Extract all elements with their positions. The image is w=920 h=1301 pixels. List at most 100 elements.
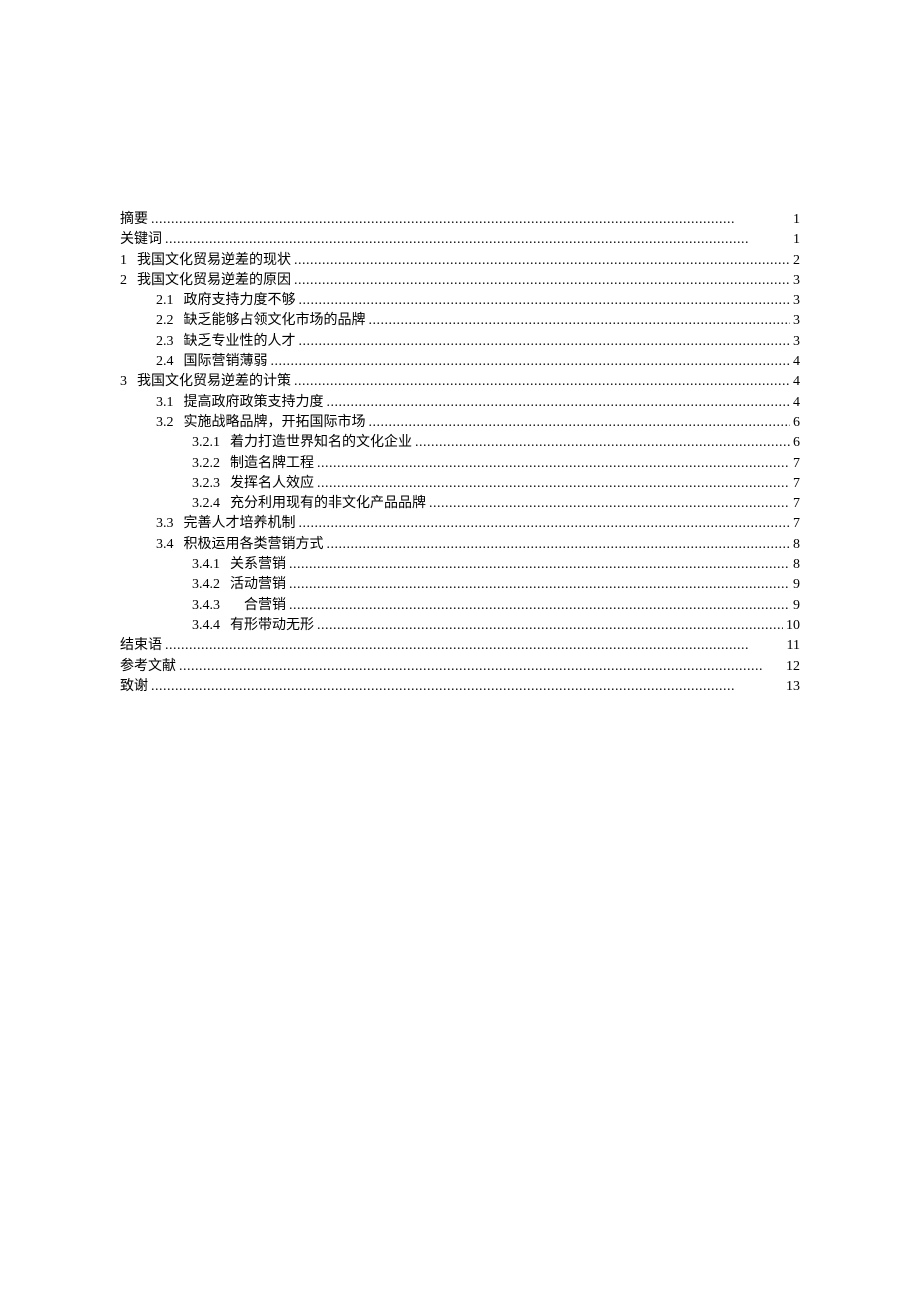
- toc-page-number: 11: [784, 636, 800, 656]
- toc-leader-dots: [268, 352, 791, 372]
- toc-leader-dots: [286, 555, 790, 575]
- toc-number: 3.3: [156, 514, 184, 534]
- toc-leader-dots: [324, 535, 791, 555]
- toc-entry: 3我国文化贸易逆差的计策 4: [120, 372, 800, 392]
- toc-entry: 3.2.1着力打造世界知名的文化企业 6: [120, 433, 800, 453]
- toc-page-number: 1: [790, 210, 800, 230]
- toc-leader-dots: [412, 433, 790, 453]
- toc-page-number: 6: [790, 413, 800, 433]
- toc-entry: 1我国文化贸易逆差的现状2: [120, 251, 800, 271]
- toc-entry: 2.2缺乏能够占领文化市场的品牌3: [120, 311, 800, 331]
- toc-number: 3.4.2: [192, 575, 230, 595]
- toc-title: 着力打造世界知名的文化企业: [230, 433, 412, 453]
- toc-title: 缺乏专业性的人才: [184, 332, 296, 352]
- toc-entry: 致谢 13: [120, 677, 800, 697]
- toc-entry: 2我国文化贸易逆差的原因 3: [120, 271, 800, 291]
- toc-page-number: 6: [790, 433, 800, 453]
- toc-title: 发挥名人效应: [230, 474, 314, 494]
- toc-entry: 2.1政府支持力度不够 3: [120, 291, 800, 311]
- toc-page-number: 4: [790, 393, 800, 413]
- toc-entry: 参考文献12: [120, 657, 800, 677]
- toc-page-number: 9: [790, 596, 800, 616]
- toc-page-number: 3: [790, 291, 800, 311]
- toc-title: 结束语: [120, 636, 162, 656]
- toc-leader-dots: [296, 332, 791, 352]
- toc-entry: 3.4.4有形带动无形 10: [120, 616, 800, 636]
- toc-title: 关键词: [120, 230, 162, 250]
- toc-number: 3.2.1: [192, 433, 230, 453]
- toc-number: 1: [120, 251, 137, 271]
- toc-entry: 3.2实施战略品牌，开拓国际市场 6: [120, 413, 800, 433]
- toc-leader-dots: [291, 251, 790, 271]
- toc-leader-dots: [324, 393, 791, 413]
- toc-page-number: 2: [790, 251, 800, 271]
- toc-entry: 摘要 1: [120, 210, 800, 230]
- toc-title: 国际营销薄弱: [184, 352, 268, 372]
- toc-leader-dots: [162, 636, 784, 656]
- toc-title: 提高政府政策支持力度: [184, 393, 324, 413]
- toc-page-number: 3: [790, 332, 800, 352]
- toc-number: 3.4.4: [192, 616, 230, 636]
- toc-leader-dots: [366, 311, 791, 331]
- toc-page-number: 8: [790, 555, 800, 575]
- toc-page-number: 13: [783, 677, 800, 697]
- toc-title: 积极运用各类营销方式: [184, 535, 324, 555]
- toc-leader-dots: [286, 596, 790, 616]
- toc-page-number: 7: [790, 454, 800, 474]
- toc-title: 政府支持力度不够: [184, 291, 296, 311]
- toc-leader-dots: [314, 454, 790, 474]
- toc-number: 3: [120, 372, 137, 392]
- toc-title: 制造名牌工程: [230, 454, 314, 474]
- toc-number: 3.4.3: [192, 596, 230, 616]
- toc-entry: 2.4国际营销薄弱 4: [120, 352, 800, 372]
- toc-entry: 3.4.3 合营销9: [120, 596, 800, 616]
- toc-leader-dots: [291, 372, 790, 392]
- toc-number: 3.4.1: [192, 555, 230, 575]
- toc-number: 3.1: [156, 393, 184, 413]
- table-of-contents: 摘要1关键词11我国文化贸易逆差的现状22我国文化贸易逆差的原因32.1政府支持…: [120, 210, 800, 697]
- toc-leader-dots: [314, 474, 790, 494]
- toc-entry: 3.2.2制造名牌工程 7: [120, 454, 800, 474]
- toc-title: 活动营销: [230, 575, 286, 595]
- toc-leader-dots: [291, 271, 790, 291]
- toc-number: 2.2: [156, 311, 184, 331]
- toc-leader-dots: [296, 291, 791, 311]
- toc-number: 3.2.2: [192, 454, 230, 474]
- toc-page-number: 4: [790, 372, 800, 392]
- toc-title: 有形带动无形: [230, 616, 314, 636]
- toc-leader-dots: [148, 210, 790, 230]
- toc-entry: 3.3完善人才培养机制7: [120, 514, 800, 534]
- toc-leader-dots: [366, 413, 791, 433]
- toc-page-number: 7: [790, 514, 800, 534]
- toc-entry: 3.1提高政府政策支持力度 4: [120, 393, 800, 413]
- toc-leader-dots: [296, 514, 791, 534]
- toc-entry: 关键词1: [120, 230, 800, 250]
- toc-title: 摘要: [120, 210, 148, 230]
- toc-number: 2: [120, 271, 137, 291]
- toc-leader-dots: [314, 616, 783, 636]
- toc-number: 2.3: [156, 332, 184, 352]
- toc-page-number: 4: [790, 352, 800, 372]
- toc-entry: 3.4积极运用各类营销方式8: [120, 535, 800, 555]
- toc-title: 致谢: [120, 677, 148, 697]
- toc-number: 3.2: [156, 413, 184, 433]
- toc-entry: 3.4.1关系营销 8: [120, 555, 800, 575]
- toc-leader-dots: [162, 230, 790, 250]
- toc-title: 我国文化贸易逆差的计策: [137, 372, 291, 392]
- toc-entry: 3.4.2活动营销 9: [120, 575, 800, 595]
- toc-number: 3.2.3: [192, 474, 230, 494]
- toc-number: 3.2.4: [192, 494, 230, 514]
- toc-leader-dots: [426, 494, 790, 514]
- toc-entry: 2.3缺乏专业性的人才 3: [120, 332, 800, 352]
- toc-title: 我国文化贸易逆差的原因: [137, 271, 291, 291]
- toc-title: 关系营销: [230, 555, 286, 575]
- toc-page-number: 10: [783, 616, 800, 636]
- toc-entry: 3.2.4充分利用现有的非文化产品品牌7: [120, 494, 800, 514]
- toc-page-number: 9: [790, 575, 800, 595]
- toc-number: 2.4: [156, 352, 184, 372]
- toc-leader-dots: [148, 677, 783, 697]
- toc-page-number: 3: [790, 271, 800, 291]
- toc-title: 实施战略品牌，开拓国际市场: [184, 413, 366, 433]
- toc-number: 2.1: [156, 291, 184, 311]
- toc-entry: 结束语 11: [120, 636, 800, 656]
